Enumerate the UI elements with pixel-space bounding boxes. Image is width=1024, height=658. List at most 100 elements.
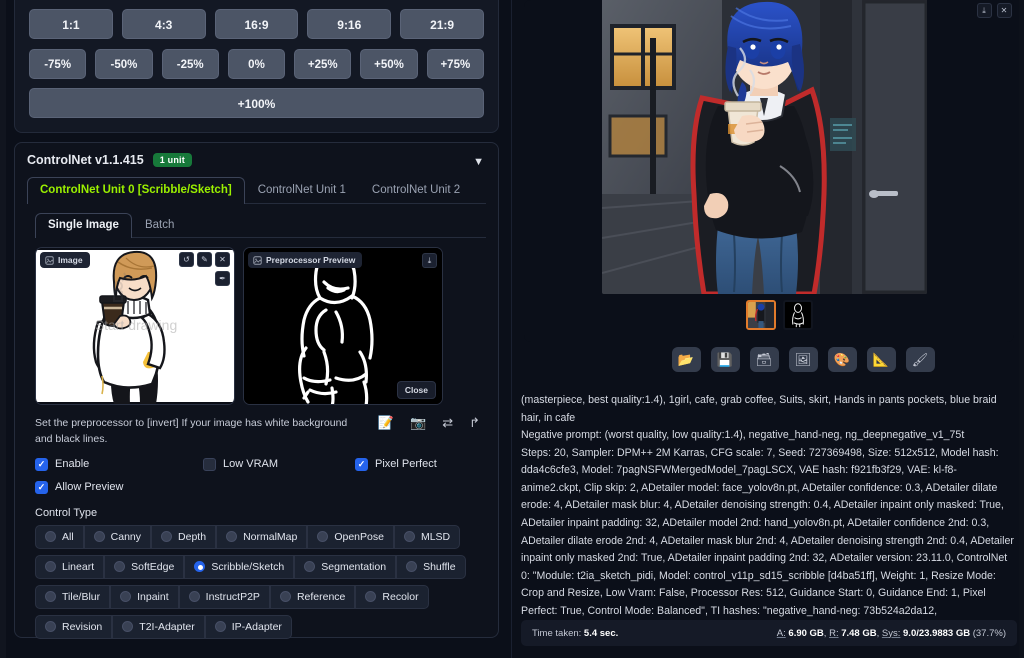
radio-dot[interactable] [45,591,56,603]
send-to-extras-button[interactable]: 📐 [866,347,896,372]
enable-checkbox-box[interactable] [35,457,48,471]
aspect-ratio-21-9[interactable]: 21:9 [400,9,484,39]
radio-dot[interactable] [188,591,200,603]
control-type-openpose[interactable]: OpenPose [307,524,394,549]
preprocessor-result-thumb[interactable] [782,300,813,330]
controlnet-input-image[interactable]: Start drawing Image ↺ ✎ ✕ ✒ [35,247,235,405]
control-type-shuffle[interactable]: Shuffle [396,554,466,579]
swap-icon[interactable]: ⇄ [442,415,453,431]
unit-count-badge: 1 unit [152,153,192,167]
control-type-canny-label: Canny [110,530,142,543]
close-icon[interactable]: ✕ [215,252,230,267]
control-type-revision[interactable]: Revision [35,614,113,639]
controlnet-panel: ControlNet v1.1.415 1 unit ▼ ControlNet … [14,142,499,639]
download-icon[interactable]: ⤓ [976,3,992,18]
tab-controlnet-unit-2[interactable]: ControlNet Unit 2 [359,177,473,203]
allow-preview-checkbox-box[interactable] [35,480,48,494]
edit-icon[interactable]: ✎ [197,252,212,267]
radio-dot[interactable] [317,531,329,543]
control-type-depth[interactable]: Depth [151,524,217,549]
tab-batch[interactable]: Batch [132,213,187,237]
scale-plus-50[interactable]: +50% [360,49,418,79]
generated-image[interactable] [601,0,927,294]
control-type-lineart[interactable]: Lineart [35,554,105,579]
tab-controlnet-unit-1[interactable]: ControlNet Unit 1 [245,177,359,203]
scale-plus-25[interactable]: +25% [294,49,352,79]
tab-single-image[interactable]: Single Image [35,213,132,238]
camera-icon[interactable]: 📷 [410,415,426,431]
control-type-scribble-sketch-label: Scribble/Sketch [211,560,285,573]
scale-plus-100[interactable]: +100% [29,88,484,118]
scale-minus-25[interactable]: -25% [161,49,219,79]
radio-dot[interactable] [279,591,291,603]
control-type-softedge[interactable]: SoftEdge [104,554,185,579]
close-preview-button[interactable]: Close [396,381,436,399]
controlnet-header[interactable]: ControlNet v1.1.415 1 unit ▼ [27,153,486,168]
radio-dot[interactable] [45,531,56,543]
low-vram-checkbox[interactable]: Low VRAM [203,457,355,471]
aspect-ratio-4-3[interactable]: 4:3 [121,9,206,39]
control-type-segmentation[interactable]: Segmentation [294,554,397,579]
radio-dot[interactable] [214,621,226,633]
svg-text:Start drawing: Start drawing [95,317,177,333]
close-icon[interactable]: ✕ [996,3,1012,18]
control-type-tile-blur[interactable]: Tile/Blur [35,584,111,609]
time-taken: Time taken: 5.4 sec. [532,628,618,639]
radio-dot[interactable] [45,561,56,573]
radio-dot[interactable] [122,621,134,633]
low-vram-checkbox-box[interactable] [203,457,216,471]
radio-dot[interactable] [304,561,316,573]
radio-dot[interactable] [93,531,105,543]
radio-dot[interactable] [406,561,418,573]
download-icon[interactable]: ⤓ [422,253,437,268]
edit-note-icon[interactable]: 📝 [378,415,394,431]
control-type-normalmap[interactable]: NormalMap [216,524,308,549]
generated-result-thumb[interactable] [745,300,776,330]
controlnet-quick-actions: 📝 📷 ⇄ ↱ [378,415,480,433]
aspect-ratio-9-16[interactable]: 9:16 [307,9,392,39]
scale-minus-75[interactable]: -75% [29,49,87,79]
tab-controlnet-unit-0[interactable]: ControlNet Unit 0 [Scribble/Sketch] [27,177,245,204]
scale-plus-75[interactable]: +75% [426,49,484,79]
radio-dot[interactable] [365,591,377,603]
chevron-down-icon[interactable]: ▼ [473,156,484,168]
send-to-inpaint-button[interactable]: 🎨 [827,347,857,372]
radio-dot-selected[interactable] [194,561,206,573]
control-type-recolor[interactable]: Recolor [355,584,429,609]
aspect-ratio-1-1[interactable]: 1:1 [29,9,113,39]
scale-zero[interactable]: 0% [227,49,286,79]
control-type-canny[interactable]: Canny [83,524,152,549]
pixel-perfect-checkbox[interactable]: Pixel Perfect [355,457,437,471]
control-type-instructp2p[interactable]: InstructP2P [178,584,270,609]
send-to-img2img-button[interactable]: 🖼 [788,347,818,372]
control-type-inpaint[interactable]: Inpaint [110,584,179,609]
undo-icon[interactable]: ↺ [179,252,194,267]
save-zip-button[interactable]: 🗃 [749,347,779,372]
send-to-sketch-button[interactable]: 🖌 [905,347,935,372]
preprocessor-preview-image[interactable]: Preprocessor Preview ⤓ Close [243,247,443,405]
pen-icon[interactable]: ✒ [215,271,230,286]
radio-dot[interactable] [114,561,126,573]
radio-dot[interactable] [403,531,415,543]
control-type-ip-adapter[interactable]: IP-Adapter [204,614,292,639]
open-folder-button[interactable]: 📂 [671,347,701,372]
radio-dot[interactable] [161,531,173,543]
pixel-perfect-checkbox-box[interactable] [355,457,368,471]
send-icon[interactable]: ↱ [469,415,480,431]
control-type-row-1: All Canny Depth NormalMap OpenPose MLSD [35,524,486,549]
radio-dot[interactable] [45,621,56,633]
control-type-all[interactable]: All [35,524,84,549]
control-type-mlsd[interactable]: MLSD [393,524,461,549]
radio-dot[interactable] [226,531,238,543]
radio-dot[interactable] [120,591,132,603]
control-type-reference[interactable]: Reference [269,584,356,609]
control-type-t2i-adapter[interactable]: T2I-Adapter [112,614,205,639]
allow-preview-checkbox[interactable]: Allow Preview [35,480,123,494]
page-scrollbar[interactable] [1019,0,1024,658]
control-type-scribble-sketch[interactable]: Scribble/Sketch [184,554,295,579]
enable-checkbox[interactable]: Enable [35,457,203,471]
save-button[interactable]: 💾 [710,347,740,372]
enable-label: Enable [55,458,90,471]
aspect-ratio-16-9[interactable]: 16:9 [214,9,299,39]
scale-minus-50[interactable]: -50% [95,49,153,79]
